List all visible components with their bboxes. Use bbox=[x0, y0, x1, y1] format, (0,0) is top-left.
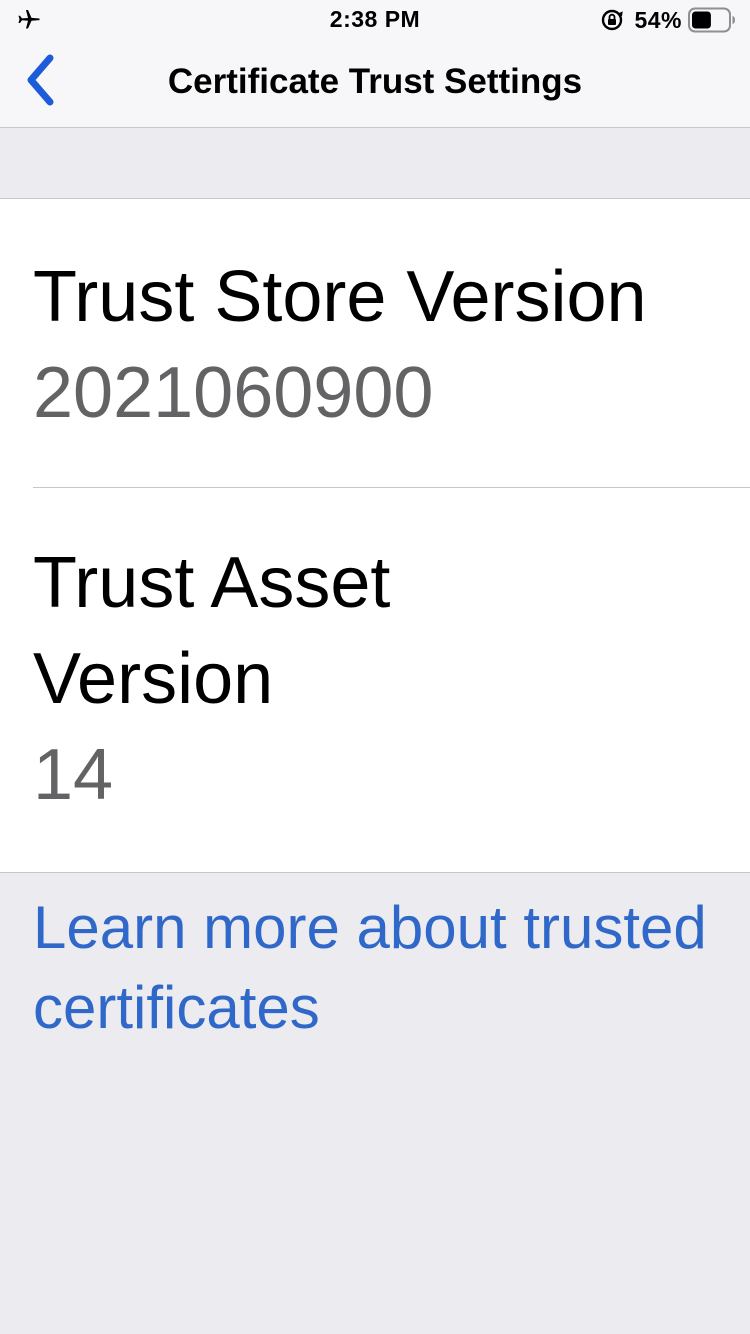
learn-more-link[interactable]: Learn more about trusted certificates bbox=[33, 888, 713, 1048]
rotation-lock-icon bbox=[600, 8, 624, 32]
row-value: 2021060900 bbox=[33, 353, 434, 433]
battery-icon bbox=[688, 7, 736, 33]
battery-percent: 54% bbox=[634, 6, 682, 33]
navigation-bar: Certificate Trust Settings bbox=[0, 40, 750, 128]
list-item-trust-asset-version: Trust Asset Version 14 bbox=[0, 487, 750, 873]
row-label: Trust Asset Version bbox=[33, 543, 391, 719]
page-title: Certificate Trust Settings bbox=[167, 62, 583, 101]
status-bar: 2:38 PM 54% bbox=[0, 0, 750, 40]
battery-fill bbox=[692, 11, 711, 29]
row-label: Trust Store Version bbox=[33, 257, 647, 337]
version-group: Trust Store Version 2021060900 Trust Ass… bbox=[0, 198, 750, 873]
screen: 2:38 PM 54% Certificate Trust Settings T… bbox=[0, 0, 750, 1334]
status-right: 54% bbox=[600, 5, 736, 35]
list-item-trust-store-version: Trust Store Version 2021060900 bbox=[0, 199, 750, 487]
row-value: 14 bbox=[33, 735, 114, 815]
